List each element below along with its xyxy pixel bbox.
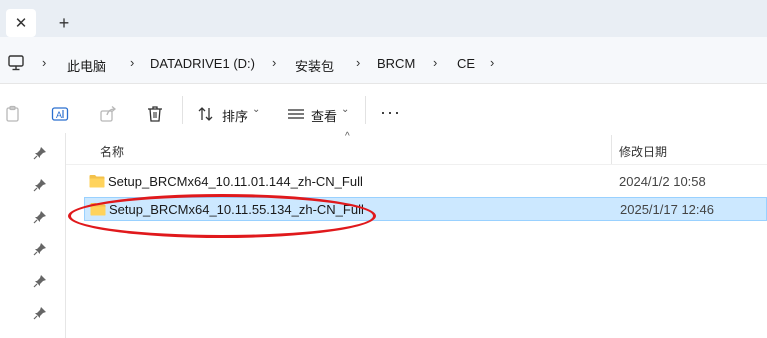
- chevron-right-icon[interactable]: ›: [356, 55, 360, 70]
- file-date: 2025/1/17 12:46: [620, 202, 714, 217]
- share-icon[interactable]: [98, 104, 118, 124]
- toolbar-separator: [182, 96, 183, 124]
- column-header-date-modified[interactable]: 修改日期: [619, 143, 667, 160]
- chevron-right-icon[interactable]: ›: [433, 55, 437, 70]
- header-divider: [66, 164, 767, 165]
- file-row[interactable]: Setup_BRCMx64_10.11.01.144_zh-CN_Full 20…: [84, 170, 767, 194]
- sort-icon[interactable]: [196, 104, 216, 124]
- chevron-right-icon[interactable]: ›: [130, 55, 134, 70]
- computer-icon[interactable]: [7, 54, 25, 72]
- chevron-right-icon[interactable]: ›: [272, 55, 276, 70]
- toolbar-separator: [365, 96, 366, 124]
- svg-text:A: A: [56, 110, 62, 120]
- paste-icon[interactable]: [3, 104, 23, 124]
- chevron-right-icon[interactable]: ›: [42, 55, 46, 70]
- sort-button[interactable]: 排序: [222, 106, 248, 125]
- breadcrumb-drive[interactable]: DATADRIVE1 (D:): [150, 56, 255, 71]
- view-button[interactable]: 查看: [311, 106, 337, 125]
- close-icon: ✕: [14, 15, 28, 32]
- folder-icon: [89, 175, 105, 188]
- tab-strip-base: [0, 37, 767, 45]
- more-options-button[interactable]: ···: [380, 102, 401, 123]
- view-icon[interactable]: [286, 104, 306, 124]
- pin-icon: [33, 147, 46, 160]
- column-header-name[interactable]: 名称: [100, 143, 124, 160]
- pin-icon: [33, 243, 46, 256]
- close-tab-button[interactable]: ✕: [6, 9, 36, 37]
- file-name[interactable]: Setup_BRCMx64_10.11.01.144_zh-CN_Full: [108, 174, 363, 189]
- rename-icon[interactable]: A: [50, 104, 70, 124]
- pin-icon: [33, 275, 46, 288]
- breadcrumb-installers[interactable]: 安装包: [295, 56, 334, 75]
- breadcrumb-ce[interactable]: CE: [457, 56, 475, 71]
- chevron-down-icon[interactable]: ⌄: [252, 104, 260, 115]
- pin-icon: [33, 179, 46, 192]
- delete-icon[interactable]: [145, 104, 165, 124]
- plus-icon: +: [58, 12, 70, 33]
- red-annotation-circle: [68, 194, 376, 238]
- breadcrumb-this-pc[interactable]: 此电脑: [67, 56, 106, 75]
- file-date: 2024/1/2 10:58: [619, 174, 706, 189]
- new-tab-button[interactable]: +: [52, 11, 76, 35]
- column-divider[interactable]: [611, 135, 612, 165]
- pin-icon: [33, 211, 46, 224]
- chevron-down-icon[interactable]: ⌄: [341, 104, 349, 115]
- chevron-right-icon[interactable]: ›: [490, 55, 494, 70]
- pin-icon: [33, 307, 46, 320]
- sort-ascending-icon: ^: [345, 131, 350, 142]
- breadcrumb-brcm[interactable]: BRCM: [377, 56, 415, 71]
